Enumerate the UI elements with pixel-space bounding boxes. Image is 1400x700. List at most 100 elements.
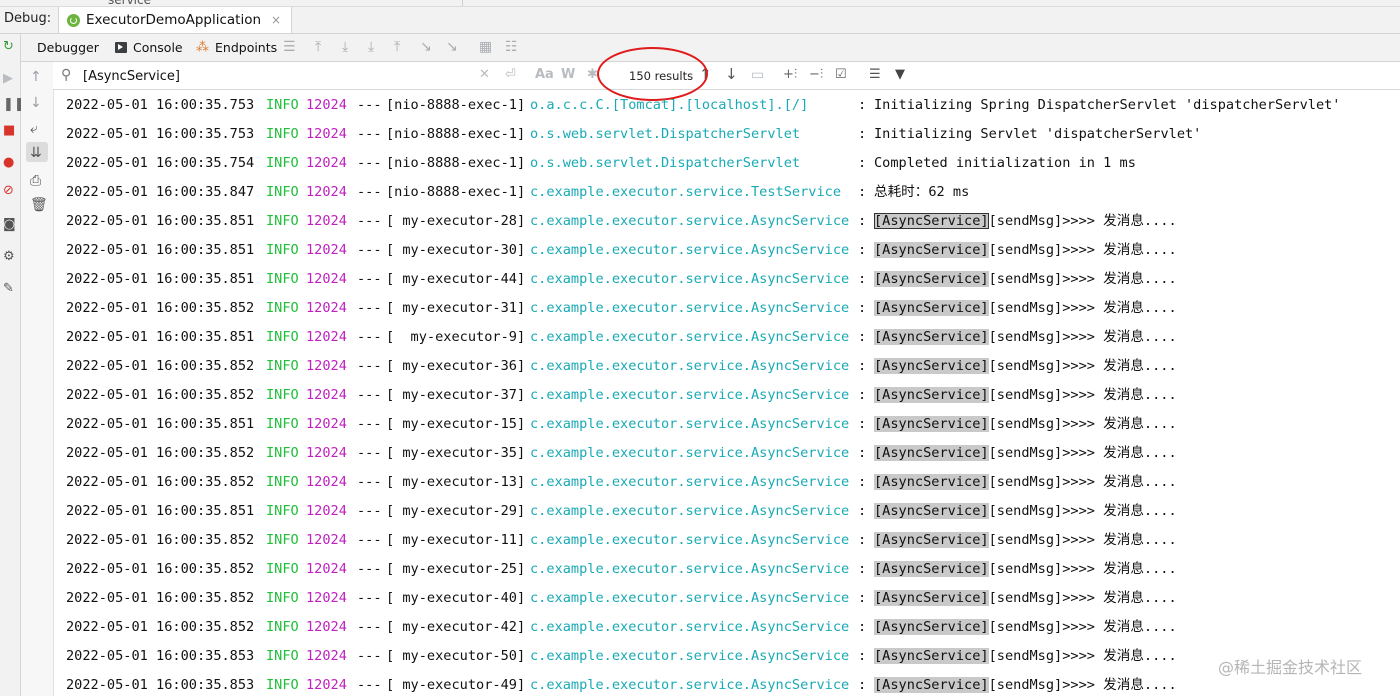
search-match-highlight: [AsyncService]	[874, 329, 989, 345]
log-timestamp: 2022-05-01 16:00:35.852	[66, 619, 255, 635]
tab-console-label: Console	[133, 40, 183, 55]
log-pid: 12024	[306, 532, 347, 548]
log-message: [AsyncService][sendMsg]>>>> 发消息....	[874, 642, 1177, 671]
log-pid: 12024	[306, 590, 347, 606]
match-case-toggle[interactable]: Aa	[535, 67, 554, 82]
filter-results-icon[interactable]: ▭	[751, 67, 764, 83]
log-logger: c.example.executor.service.AsyncService	[530, 300, 850, 316]
log-timestamp: 2022-05-01 16:00:35.852	[66, 300, 255, 316]
mute-breakpoints-icon[interactable]: ⊘	[3, 184, 14, 198]
log-separator: ---	[357, 300, 382, 316]
step-out-icon[interactable]: ⤒	[394, 39, 400, 55]
console-icon	[115, 42, 127, 53]
resume-icon[interactable]: ▶	[3, 72, 13, 86]
log-timestamp: 2022-05-01 16:00:35.853	[66, 648, 255, 664]
log-logger: c.example.executor.service.AsyncService	[530, 242, 850, 258]
log-thread: [ my-executor-25]	[386, 561, 526, 577]
log-colon: :	[858, 416, 867, 432]
search-icon[interactable]: ⚲	[61, 67, 71, 83]
log-line: 2022-05-01 16:00:35.852 INFO 12024 ---[ my-…	[66, 352, 1396, 381]
search-match-highlight: [AsyncService]	[874, 648, 989, 664]
tab-debugger[interactable]: Debugger	[37, 34, 99, 61]
log-line: 2022-05-01 16:00:35.851 INFO 12024 ---[ my-…	[66, 207, 1396, 236]
tab-console[interactable]: Console	[115, 34, 183, 61]
up-stack-icon[interactable]: ↑	[30, 70, 42, 84]
evaluate-cursor-icon[interactable]: ↘	[446, 39, 458, 55]
log-separator: ---	[357, 590, 382, 606]
filter-icon[interactable]: ▼	[895, 67, 905, 82]
evaluate-expression-icon[interactable]: ▦	[479, 39, 492, 55]
search-match-highlight: [AsyncService]	[874, 271, 989, 287]
rerun-icon[interactable]: ↻	[3, 40, 14, 54]
stop-icon[interactable]: ■	[3, 124, 15, 138]
search-match-highlight: [AsyncService]	[874, 677, 989, 693]
log-colon: :	[858, 387, 867, 403]
log-thread: [ my-executor-37]	[386, 387, 526, 403]
log-logger: c.example.executor.service.AsyncService	[530, 561, 850, 577]
console-output[interactable]: 2022-05-01 16:00:35.753 INFO 12024 --- [nio-…	[66, 91, 1396, 700]
log-level: INFO	[266, 126, 299, 142]
search-input[interactable]	[81, 65, 505, 87]
camera-icon[interactable]: ◙	[3, 218, 16, 232]
close-tab-icon[interactable]: ×	[271, 13, 281, 27]
search-match-highlight: [AsyncService]	[874, 242, 989, 258]
scroll-to-end-icon[interactable]: ⇊	[30, 146, 42, 160]
log-timestamp: 2022-05-01 16:00:35.851	[66, 213, 255, 229]
settings-gear-icon[interactable]: ⚙	[3, 250, 15, 264]
log-line: 2022-05-01 16:00:35.852 INFO 12024 ---[ my-…	[66, 468, 1396, 497]
log-separator: ---	[357, 329, 382, 345]
log-separator: ---	[357, 532, 382, 548]
log-pid: 12024	[306, 126, 347, 142]
log-timestamp: 2022-05-01 16:00:35.852	[66, 445, 255, 461]
soft-wrap-icon[interactable]: ⤶	[30, 122, 38, 136]
multiline-icon[interactable]: ☰	[869, 67, 881, 82]
layout-menu-icon[interactable]: ☰	[283, 39, 296, 55]
step-over-icon[interactable]: ⤓	[342, 39, 348, 55]
log-message: [AsyncService][sendMsg]>>>> 发消息....	[874, 584, 1177, 613]
log-pid: 12024	[306, 474, 347, 490]
log-timestamp: 2022-05-01 16:00:35.852	[66, 387, 255, 403]
clear-search-icon[interactable]: ✕	[479, 67, 490, 82]
add-occurrence-icon[interactable]: +⫶	[783, 67, 797, 82]
trace-icon[interactable]: ☷	[505, 39, 518, 55]
clear-all-icon[interactable]: 🗑	[30, 198, 48, 212]
run-to-cursor-icon[interactable]: ↘	[420, 39, 432, 55]
log-colon: :	[858, 97, 867, 113]
log-separator: ---	[357, 387, 382, 403]
show-execution-point-icon[interactable]: ⤒	[315, 39, 321, 55]
top-strip: service	[0, 0, 1400, 7]
select-all-occurrences-icon[interactable]: ☑	[835, 67, 847, 82]
log-message-text: [sendMsg]>>>> 发消息....	[988, 590, 1177, 606]
log-logger: c.example.executor.service.AsyncService	[530, 474, 850, 490]
log-message-text: [sendMsg]>>>> 发消息....	[988, 648, 1177, 664]
print-icon[interactable]: ⎙	[30, 174, 41, 188]
spring-boot-icon	[67, 13, 80, 27]
log-level: INFO	[266, 474, 299, 490]
run-config-tab[interactable]: ExecutorDemoApplication ×	[58, 7, 293, 33]
pin-icon[interactable]: ✎	[3, 282, 14, 296]
log-message-text: [sendMsg]>>>> 发消息....	[988, 358, 1177, 374]
log-separator: ---	[357, 474, 382, 490]
log-colon: :	[858, 648, 867, 664]
log-message-text: [sendMsg]>>>> 发消息....	[988, 416, 1177, 432]
log-colon: :	[858, 242, 867, 258]
log-line: 2022-05-01 16:00:35.851 INFO 12024 ---[ my-…	[66, 410, 1396, 439]
tab-endpoints[interactable]: ⁂ Endpoints	[196, 34, 277, 61]
step-into-icon[interactable]: ⤓	[368, 39, 374, 55]
next-occurrence-icon[interactable]: ↓	[725, 65, 738, 83]
log-line: 2022-05-01 16:00:35.851 INFO 12024 ---[ my-…	[66, 497, 1396, 526]
words-toggle[interactable]: W	[561, 67, 575, 82]
view-breakpoints-icon[interactable]: ●	[3, 156, 14, 170]
log-message-text: [sendMsg]>>>> 发消息....	[988, 677, 1177, 693]
down-stack-icon[interactable]: ↓	[30, 96, 42, 110]
log-logger: c.example.executor.service.AsyncService	[530, 619, 850, 635]
log-line: 2022-05-01 16:00:35.852 INFO 12024 ---[ my-…	[66, 294, 1396, 323]
log-level: INFO	[266, 184, 299, 200]
log-message: [AsyncService][sendMsg]>>>> 发消息....	[874, 294, 1177, 323]
new-line-icon[interactable]: ⏎	[505, 67, 516, 82]
debug-label: Debug:	[4, 11, 52, 26]
log-separator: ---	[357, 619, 382, 635]
search-match-highlight: [AsyncService]	[874, 561, 989, 577]
log-logger: c.example.executor.service.AsyncService	[530, 445, 850, 461]
remove-occurrence-icon[interactable]: −⫶	[809, 67, 823, 82]
